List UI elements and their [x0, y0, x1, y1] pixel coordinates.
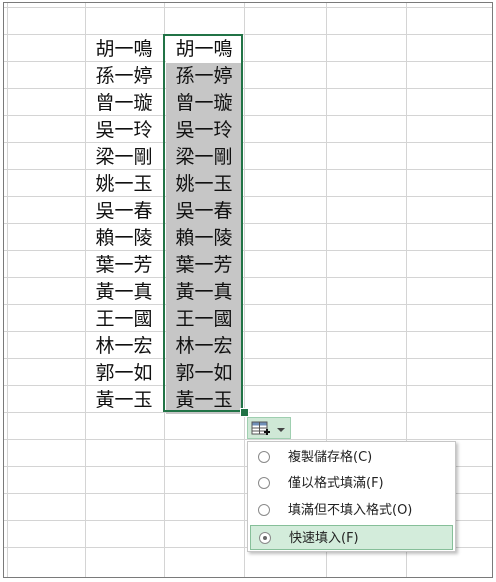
cell-b[interactable]: 黃一真: [166, 279, 242, 306]
cell-a[interactable]: 王一國: [85, 306, 163, 333]
menu-item-fill-without-formatting[interactable]: 填滿但不填入格式(O): [250, 498, 453, 523]
row-divider: [4, 385, 492, 386]
cell-a[interactable]: 葉一芳: [85, 252, 163, 279]
cell-b[interactable]: 王一國: [166, 306, 242, 333]
cell-a[interactable]: 吳一玲: [85, 117, 163, 144]
cell-a[interactable]: 孫一婷: [85, 63, 163, 90]
column-divider: [244, 3, 245, 577]
cell-a[interactable]: 姚一玉: [85, 171, 163, 198]
fill-handle[interactable]: [240, 408, 249, 417]
column-divider: [7, 3, 8, 577]
auto-fill-options-menu: 複製儲存格(C) 僅以格式填滿(F) 填滿但不填入格式(O) 快速填入(F): [247, 441, 456, 552]
row-divider: [4, 304, 492, 305]
cell-a[interactable]: 曾一璇: [85, 90, 163, 117]
cell-b[interactable]: 曾一璇: [166, 90, 242, 117]
cell-b[interactable]: 黃一玉: [166, 387, 242, 414]
cell-b[interactable]: 梁一剛: [166, 144, 242, 171]
chevron-down-icon: [277, 428, 285, 432]
cell-b[interactable]: 姚一玉: [166, 171, 242, 198]
row-divider: [4, 196, 492, 197]
row-divider: [4, 439, 492, 440]
row-divider: [4, 88, 492, 89]
row-divider: [4, 358, 492, 359]
menu-item-fill-formatting-only[interactable]: 僅以格式填滿(F): [250, 471, 453, 496]
row-divider: [4, 34, 492, 35]
row-divider: [4, 7, 492, 8]
cell-b[interactable]: 林一宏: [166, 333, 242, 360]
cell-b[interactable]: 吳一玲: [166, 117, 242, 144]
cell-a[interactable]: 郭一如: [85, 360, 163, 387]
cell-b[interactable]: 孫一婷: [166, 63, 242, 90]
radio-icon[interactable]: [258, 504, 270, 516]
cell-b[interactable]: 吳一春: [166, 198, 242, 225]
row-divider: [4, 250, 492, 251]
cell-b[interactable]: 賴一陵: [166, 225, 242, 252]
row-divider: [4, 223, 492, 224]
cell-a[interactable]: 梁一剛: [85, 144, 163, 171]
auto-fill-options-button[interactable]: [247, 417, 291, 439]
cell-b[interactable]: 郭一如: [166, 360, 242, 387]
cell-a[interactable]: 黃一玉: [85, 387, 163, 414]
row-divider: [4, 169, 492, 170]
flash-fill-options-icon: [251, 421, 285, 435]
row-divider: [4, 277, 492, 278]
row-divider: [4, 331, 492, 332]
cell-a[interactable]: 賴一陵: [85, 225, 163, 252]
cell-a[interactable]: 胡一鳴: [85, 36, 163, 63]
radio-checked-icon[interactable]: [259, 532, 271, 544]
radio-icon[interactable]: [258, 477, 270, 489]
row-divider: [4, 142, 492, 143]
cell-b-active[interactable]: 胡一鳴: [166, 36, 242, 63]
row-divider: [4, 115, 492, 116]
row-divider: [4, 61, 492, 62]
menu-item-flash-fill[interactable]: 快速填入(F): [250, 525, 453, 550]
radio-icon[interactable]: [258, 451, 270, 463]
menu-item-copy-cells[interactable]: 複製儲存格(C): [250, 445, 453, 470]
cell-a[interactable]: 吳一春: [85, 198, 163, 225]
column-divider: [164, 3, 165, 577]
cell-a[interactable]: 林一宏: [85, 333, 163, 360]
cell-a[interactable]: 黃一真: [85, 279, 163, 306]
cell-b[interactable]: 葉一芳: [166, 252, 242, 279]
